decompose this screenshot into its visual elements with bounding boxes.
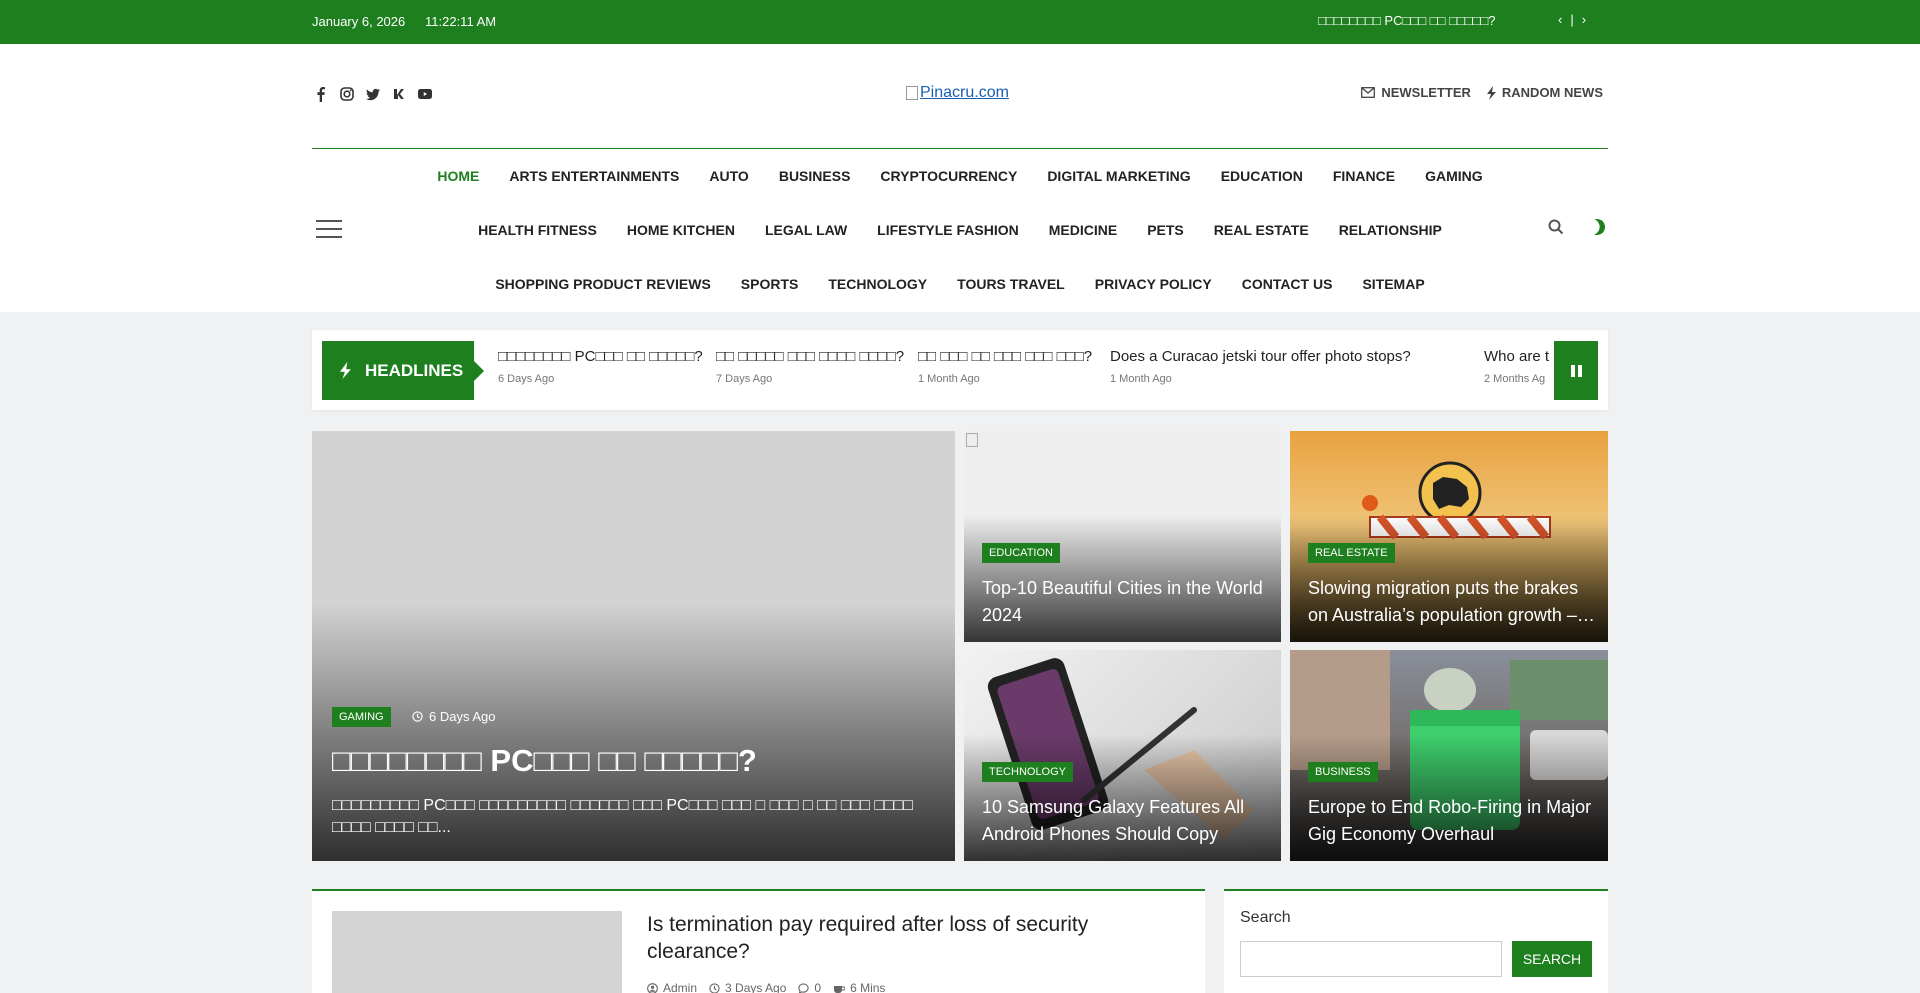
headline-item[interactable]: Does a Curacao jetski tour offer photo s… (1110, 348, 1411, 385)
nav-item[interactable]: MEDICINE (1049, 222, 1117, 238)
search-input[interactable] (1240, 941, 1502, 977)
nav-item[interactable]: REAL ESTATE (1214, 222, 1309, 238)
facebook-icon[interactable] (314, 86, 328, 102)
featured-card-title[interactable]: Top-10 Beautiful Cities in the World 202… (982, 575, 1272, 629)
post-date: 6 Days Ago (412, 709, 496, 724)
user-icon (647, 982, 658, 993)
coffee-icon (834, 985, 846, 993)
category-badge[interactable]: REAL ESTATE (1308, 543, 1395, 563)
broken-image-icon (906, 86, 918, 100)
youtube-icon[interactable] (418, 86, 432, 102)
clock-icon (709, 982, 720, 993)
site-header: Pinacru.com NEWSLETTER RANDOM NEWS HOME … (0, 44, 1920, 312)
vk-icon[interactable] (392, 86, 406, 102)
nav-item-home[interactable]: HOME (437, 168, 479, 184)
featured-card-title[interactable]: Europe to End Robo-Firing in Major Gig E… (1308, 794, 1598, 848)
featured-card-title[interactable]: 10 Samsung Galaxy Features All Android P… (982, 794, 1272, 848)
site-logo[interactable]: Pinacru.com (906, 84, 1009, 102)
newsletter-label: NEWSLETTER (1381, 85, 1471, 100)
category-badge[interactable]: BUSINESS (1308, 762, 1378, 782)
current-time: 11:22:11 AM (425, 14, 497, 29)
category-badge[interactable]: TECHNOLOGY (982, 762, 1074, 782)
featured-card[interactable]: EDUCATION Top-10 Beautiful Cities in the… (964, 431, 1281, 642)
featured-main-title[interactable]: □□□□□□□□ PC□□□ □□ □□□□□? (332, 743, 757, 779)
article-meta: Admin 3 Days Ago 0 6 Mins (647, 981, 885, 993)
top-bar: January 6, 2026 11:22:11 AM □□□□□□□□ PC□… (0, 0, 1920, 44)
nav-item[interactable]: RELATIONSHIP (1339, 222, 1442, 238)
broken-image-icon (966, 433, 978, 447)
featured-main-card[interactable]: GAMING 6 Days Ago □□□□□□□□ PC□□□ □□ □□□□… (312, 431, 955, 861)
nav-item[interactable]: HOME KITCHEN (627, 222, 735, 238)
clock-icon (412, 711, 423, 722)
nav-item[interactable]: EDUCATION (1221, 168, 1303, 184)
nav-item[interactable]: BUSINESS (779, 168, 851, 184)
search-widget-label: Search (1240, 909, 1291, 926)
featured-card[interactable]: BUSINESS Europe to End Robo-Firing in Ma… (1290, 650, 1608, 861)
main-nav-row-3: SHOPPING PRODUCT REVIEWS SPORTS TECHNOLO… (312, 276, 1608, 292)
featured-card[interactable]: REAL ESTATE Slowing migration puts the b… (1290, 431, 1608, 642)
comments-count[interactable]: 0 (798, 981, 821, 993)
current-date: January 6, 2026 (312, 14, 406, 29)
headline-item[interactable]: □□□□□□□□ PC□□□ □□ □□□□□? 6 Days Ago (498, 348, 703, 385)
nav-item[interactable]: PETS (1147, 222, 1184, 238)
nav-item[interactable]: SPORTS (741, 276, 799, 292)
headline-item[interactable]: □□ □□□□□ □□□ □□□□ □□□□? 7 Days Ago (716, 348, 904, 385)
nav-item[interactable]: LIFESTYLE FASHION (877, 222, 1019, 238)
featured-card-title[interactable]: Slowing migration puts the brakes on Aus… (1308, 575, 1598, 629)
social-links (314, 86, 432, 102)
envelope-icon (1361, 87, 1376, 98)
headline-item[interactable]: Who are t 2 Months Ag (1484, 348, 1549, 385)
random-news-label: RANDOM NEWS (1501, 85, 1603, 100)
nav-item[interactable]: FINANCE (1333, 168, 1395, 184)
nav-item[interactable]: SITEMAP (1362, 276, 1424, 292)
headlines-ticker: HEADLINES □□□□□□□□ PC□□□ □□ □□□□□? 6 Day… (312, 330, 1608, 410)
nav-item[interactable]: AUTO (709, 168, 748, 184)
search-icon[interactable] (1548, 219, 1564, 240)
header-divider (312, 148, 1608, 149)
main-nav-row-1: HOME ARTS ENTERTAINMENTS AUTO BUSINESS C… (312, 168, 1608, 184)
nav-item[interactable]: CRYPTOCURRENCY (880, 168, 1017, 184)
logo-alt-text: Pinacru.com (920, 84, 1009, 101)
chevron-right-icon[interactable]: › (1582, 12, 1586, 27)
sidebar-search-widget: Search SEARCH (1224, 889, 1608, 993)
newsletter-link[interactable]: NEWSLETTER (1361, 85, 1471, 100)
ticker-separator: | (1570, 12, 1574, 27)
nav-item[interactable]: GAMING (1425, 168, 1483, 184)
category-badge[interactable]: GAMING (332, 707, 391, 727)
read-time: 6 Mins (833, 981, 885, 993)
article-list: Is termination pay required after loss o… (312, 889, 1205, 993)
headlines-label: HEADLINES (322, 341, 484, 400)
twitter-icon[interactable] (366, 86, 380, 102)
article-thumbnail[interactable] (332, 911, 622, 993)
pause-button[interactable] (1554, 341, 1598, 400)
nav-item[interactable]: SHOPPING PRODUCT REVIEWS (495, 276, 710, 292)
main-nav-row-2: HEALTH FITNESS HOME KITCHEN LEGAL LAW LI… (312, 222, 1608, 238)
nav-item[interactable]: ARTS ENTERTAINMENTS (509, 168, 679, 184)
random-news-link[interactable]: RANDOM NEWS (1486, 85, 1603, 100)
article-title[interactable]: Is termination pay required after loss o… (647, 911, 1167, 965)
nav-item[interactable]: TECHNOLOGY (828, 276, 927, 292)
chevron-left-icon[interactable]: ‹ (1558, 12, 1562, 27)
instagram-icon[interactable] (340, 86, 354, 102)
category-badge[interactable]: EDUCATION (982, 543, 1060, 563)
featured-card[interactable]: TECHNOLOGY 10 Samsung Galaxy Features Al… (964, 650, 1281, 861)
author[interactable]: Admin (647, 981, 697, 993)
nav-item[interactable]: PRIVACY POLICY (1095, 276, 1212, 292)
bolt-icon (1486, 85, 1496, 100)
comment-icon (798, 982, 810, 993)
nav-item[interactable]: TOURS TRAVEL (957, 276, 1065, 292)
search-button[interactable]: SEARCH (1512, 941, 1592, 977)
featured-main-excerpt: □□□□□□□□□ PC□□□ □□□□□□□□□ □□□□□□ □□□ PC□… (332, 797, 913, 836)
nav-item[interactable]: CONTACT US (1242, 276, 1333, 292)
nav-item[interactable]: DIGITAL MARKETING (1047, 168, 1190, 184)
ticker-nav: ‹ | › (1558, 12, 1586, 27)
header-actions: NEWSLETTER RANDOM NEWS (1361, 85, 1603, 100)
bolt-icon (340, 362, 351, 379)
headline-item[interactable]: □□ □□□ □□ □□□ □□□ □□□? 1 Month Ago (918, 348, 1092, 385)
nav-item[interactable]: HEALTH FITNESS (478, 222, 597, 238)
nav-item[interactable]: LEGAL LAW (765, 222, 847, 238)
post-date: 3 Days Ago (709, 981, 786, 993)
top-ticker-headline[interactable]: □□□□□□□□ PC□□□ □□ □□□□□? (1318, 13, 1495, 28)
